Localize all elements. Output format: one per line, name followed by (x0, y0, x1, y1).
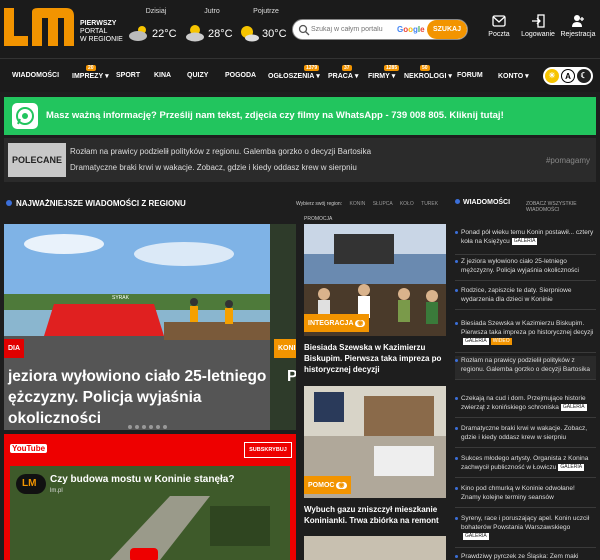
cloud-sun-icon (186, 25, 204, 42)
login-icon (532, 14, 545, 28)
sidebar-title: WIADOMOŚCI (455, 199, 510, 206)
news-item[interactable]: Rozłam na prawicy podzielił polityków z … (455, 356, 596, 380)
slider-dots[interactable] (128, 416, 170, 430)
news-item[interactable]: Z jeziora wyłowiono ciało 25-letniego mę… (455, 257, 596, 281)
region-kolo[interactable]: KOŁO (400, 201, 414, 207)
nav-badge: 37 (342, 65, 352, 71)
main-nav: WIADOMOŚCI IMPREZY 20 ▾ SPORT KINA QUIZY … (0, 58, 600, 92)
news-item[interactable]: Sukces młodego artysty. Organista z Koni… (455, 454, 596, 478)
page-root: PIERWSZY PORTAL W REGIONIE Dzisiaj 22°C … (0, 0, 600, 560)
nav-ogloszenia[interactable]: OGŁOSZENIA 1379 ▾ (268, 65, 320, 80)
search-box: Google SZUKAJ (292, 19, 468, 40)
nav-badge: 1285 (384, 65, 400, 71)
nav-forum[interactable]: FORUM (457, 72, 483, 79)
region-turek[interactable]: TUREK (421, 201, 438, 207)
hero-category-badge[interactable]: DIA (4, 339, 25, 358)
mail-link[interactable]: Poczta (484, 14, 514, 48)
camera-icon: ◉ (336, 482, 347, 489)
nav-quizy[interactable]: QUIZY (187, 72, 208, 79)
portal-tagline: PIERWSZY PORTAL W REGIONIE (80, 20, 123, 43)
google-logo: Google (397, 25, 425, 34)
recommended-label: POLECANE (8, 143, 66, 177)
weather-today[interactable]: Dzisiaj 22°C (128, 8, 184, 48)
hero-category-badge-next[interactable]: KONI (274, 339, 296, 358)
nav-konto[interactable]: KONTO ▾ (498, 72, 529, 80)
promo-label: PROMOCJA (304, 216, 333, 222)
svg-text:SYRAK: SYRAK (112, 295, 130, 301)
news-item[interactable]: Ponad pół wieku temu Konin postawił... c… (455, 228, 596, 255)
nav-imprezy[interactable]: IMPREZY 20 ▾ (72, 65, 109, 80)
news-item[interactable]: Kino pod chmurką w Koninie odwołane! Zna… (455, 484, 596, 508)
weather-day-after[interactable]: Pojutrze 30°C (238, 8, 294, 48)
search-icon (298, 24, 310, 36)
promo-card[interactable]: POMOC ◉ Wybuch gazu zniszczył mieszkanie… (304, 386, 446, 536)
whatsapp-icon (12, 103, 38, 129)
whatsapp-banner[interactable]: Masz ważną informację? Prześlij nam teks… (4, 97, 596, 135)
sun-cloud-icon (241, 26, 259, 42)
nav-firmy[interactable]: FIRMY 1285 ▾ (368, 65, 400, 80)
promo-category: INTEGRACJA ◉ (304, 314, 370, 332)
sun-icon[interactable]: ☀ (545, 69, 559, 83)
region-konin[interactable]: KONIN (349, 201, 365, 207)
news-item[interactable]: Prawdziwy pyrczek ze Śląska: Zem maki (455, 552, 596, 560)
news-item[interactable]: Dramatyczne braki krwi w wakacje. Zobacz… (455, 424, 596, 448)
youtube-logo[interactable]: YouTube (10, 444, 48, 453)
hashtag-link[interactable]: #pomagamy (546, 156, 590, 165)
nav-wiadomosci[interactable]: WIADOMOŚCI (12, 72, 59, 79)
promo-title[interactable]: Biesiada Szewska w Kazimierzu Biskupim. … (304, 342, 446, 375)
news-item[interactable]: Biesiada Szewska w Kazimierzu Biskupim. … (455, 319, 596, 353)
cloud-sun-icon (129, 26, 147, 41)
theme-switcher[interactable]: ☀ A ☾ (543, 67, 593, 85)
add-user-icon (572, 15, 584, 27)
news-item[interactable]: Syreny, race i poruszający apel. Konin u… (455, 514, 596, 548)
nav-badge: 20 (86, 65, 96, 71)
promo-image (304, 536, 446, 560)
promo-card[interactable] (304, 536, 446, 560)
region-slupca[interactable]: SŁUPCA (373, 201, 393, 207)
nav-kina[interactable]: KINA (154, 72, 171, 79)
whatsapp-text: Masz ważną informację? Prześlij nam teks… (46, 110, 504, 121)
video-title[interactable]: Czy budowa mostu w Koninie stanęła? (50, 474, 234, 485)
channel-logo: LM (16, 474, 46, 494)
register-link[interactable]: Rejestracja (560, 14, 596, 48)
promo-category: POMOC ◉ (304, 476, 351, 494)
search-input[interactable] (311, 22, 391, 37)
site-header: PIERWSZY PORTAL W REGIONIE Dzisiaj 22°C … (0, 0, 600, 58)
news-item[interactable]: Rodzice, zapiszcie te daty. Sierpniowe w… (455, 286, 596, 310)
promo-title[interactable]: Wybuch gazu zniszczył mieszkanie Koninia… (304, 504, 446, 526)
news-item[interactable]: Czekają na cud i dom. Przejmujące histor… (455, 394, 596, 418)
search-button[interactable]: SZUKAJ (427, 20, 467, 39)
nav-praca[interactable]: PRACA 37 ▾ (328, 65, 358, 80)
nav-badge: 1379 (304, 65, 320, 71)
nav-nekrologi[interactable]: NEKROLOGI 50 ▾ (404, 65, 452, 80)
moon-icon[interactable]: ☾ (577, 69, 591, 83)
video-channel[interactable]: lm.pl (50, 488, 63, 494)
recommended-link[interactable]: Rozłam na prawicy podzielił polityków z … (70, 147, 371, 156)
weather-tomorrow[interactable]: Jutro 28°C (184, 8, 240, 48)
subscribe-button[interactable]: SUBSKRYBUJ (244, 442, 292, 458)
site-logo[interactable] (4, 6, 76, 50)
recommended-bar: POLECANE Rozłam na prawicy podzielił pol… (4, 138, 596, 182)
promo-card[interactable]: INTEGRACJA ◉ Biesiada Szewska w Kazimier… (304, 224, 446, 386)
nav-badge: 50 (420, 65, 430, 71)
section-title: NAJWAŻNIEJSZE WIADOMOŚCI Z REGIONU (6, 199, 186, 208)
youtube-player[interactable]: LM Czy budowa mostu w Koninie stanęła? l… (10, 466, 290, 560)
hero-slider[interactable]: SYRAK DIA KONI jeziora wyłowiono ciało 2… (4, 224, 296, 430)
nav-pogoda[interactable]: POGODA (225, 72, 256, 79)
youtube-widget: YouTube SUBSKRYBUJ LM Czy budowa mostu w… (4, 434, 296, 560)
mail-icon (492, 15, 506, 27)
nav-sport[interactable]: SPORT (116, 72, 140, 79)
contrast-button[interactable]: A (561, 69, 575, 83)
recommended-link[interactable]: Dramatyczne braki krwi w wakacje. Zobacz… (70, 163, 357, 172)
login-link[interactable]: Logowanie (520, 14, 556, 48)
hero-title-next[interactable]: P (287, 366, 296, 387)
see-all-news-link[interactable]: ZOBACZ WSZYSTKIE WIADOMOŚCI (526, 201, 600, 213)
camera-icon: ◉ (355, 320, 366, 327)
region-selector: Wybierz swój region: KONIN SŁUPCA KOŁO T… (296, 201, 439, 207)
